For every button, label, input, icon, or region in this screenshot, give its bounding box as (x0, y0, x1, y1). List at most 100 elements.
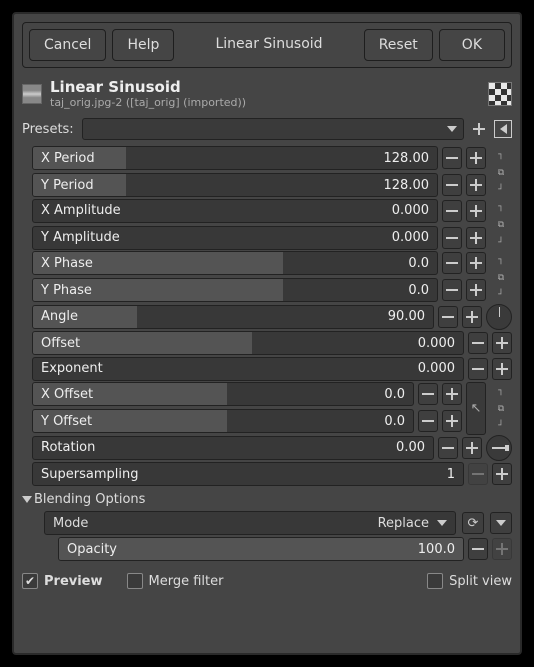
exponent-decrement[interactable] (468, 358, 488, 380)
angle-dial[interactable] (486, 304, 512, 330)
period-link-column: ┐ ⧉ ┘ (490, 146, 512, 199)
split-view-label: Split view (449, 574, 512, 589)
plus-icon (472, 122, 486, 136)
ok-button[interactable]: OK (439, 29, 505, 61)
preset-add-button[interactable] (470, 120, 488, 138)
mode-value: Replace (378, 516, 429, 531)
merge-filter-checkbox[interactable] (127, 573, 143, 589)
angle-increment[interactable] (462, 306, 482, 328)
x-amplitude-slider[interactable]: X Amplitude0.000 (32, 199, 438, 223)
mode-combo[interactable]: Mode Replace (44, 511, 456, 535)
linear-sinusoid-dialog: Cancel Help Linear Sinusoid Reset OK Lin… (12, 12, 522, 655)
rotation-decrement[interactable] (438, 437, 458, 459)
x-phase-slider[interactable]: X Phase0.0 (32, 251, 438, 275)
amplitude-link-column: ┐ ⧉ ┘ (490, 199, 512, 252)
x-phase-decrement[interactable] (442, 252, 462, 274)
corner-icon: ┐ (498, 386, 503, 396)
y-amplitude-decrement[interactable] (442, 227, 462, 249)
dropdown-icon (496, 520, 506, 526)
corner-icon: ┐ (498, 202, 503, 212)
link-icon[interactable]: ⧉ (498, 168, 504, 178)
help-button[interactable]: Help (112, 29, 174, 61)
y-offset-decrement[interactable] (418, 410, 438, 432)
offset-decrement[interactable] (468, 332, 488, 354)
opacity-slider[interactable]: Opacity100.0 (58, 537, 464, 561)
reset-button[interactable]: Reset (364, 29, 433, 61)
disclosure-triangle-icon (22, 496, 32, 503)
mode-menu-button[interactable] (490, 512, 512, 534)
preview-swatch-icon[interactable] (488, 82, 512, 106)
corner-icon: ┘ (498, 185, 503, 195)
triangle-left-icon (500, 124, 507, 134)
y-period-decrement[interactable] (442, 174, 462, 196)
exponent-increment[interactable] (492, 358, 512, 380)
supersampling-increment[interactable] (492, 463, 512, 485)
preview-checkbox[interactable] (22, 573, 38, 589)
phase-link-column: ┐ ⧉ ┘ (490, 251, 512, 304)
x-period-slider[interactable]: X Period128.00 (32, 146, 438, 170)
opacity-row: Opacity100.0 (58, 537, 512, 561)
blending-options-header[interactable]: Blending Options (22, 492, 512, 507)
y-offset-increment[interactable] (442, 410, 462, 432)
dialog-button-bar: Cancel Help Linear Sinusoid Reset OK (22, 22, 512, 68)
presets-row: Presets: (22, 118, 512, 140)
angle-slider[interactable]: Angle90.00 (32, 305, 434, 329)
link-icon[interactable]: ⧉ (498, 220, 504, 230)
dial-pointer-icon (492, 447, 506, 449)
x-amplitude-decrement[interactable] (442, 200, 462, 222)
y-offset-slider[interactable]: Y Offset0.0 (32, 409, 414, 433)
link-icon[interactable]: ⧉ (498, 273, 504, 283)
x-offset-decrement[interactable] (418, 383, 438, 405)
footer-row: Preview Merge filter Split view (22, 573, 512, 589)
x-phase-increment[interactable] (466, 252, 486, 274)
preset-manage-button[interactable] (494, 120, 512, 138)
corner-icon: ┘ (498, 290, 503, 300)
period-group: X Period128.00 Y Period128.00 ┐ ⧉ ┘ (32, 146, 512, 199)
rotation-slider[interactable]: Rotation0.00 (32, 436, 434, 460)
exponent-slider[interactable]: Exponent0.000 (32, 357, 464, 381)
y-phase-decrement[interactable] (442, 279, 462, 301)
y-amplitude-increment[interactable] (466, 227, 486, 249)
supersampling-decrement (468, 463, 488, 485)
offset-increment[interactable] (492, 332, 512, 354)
x-period-decrement[interactable] (442, 147, 462, 169)
y-period-increment[interactable] (466, 174, 486, 196)
angle-decrement[interactable] (438, 306, 458, 328)
corner-icon: ┐ (498, 150, 503, 160)
phase-group: X Phase0.0 Y Phase0.0 ┐ ⧉ ┘ (32, 251, 512, 304)
x-offset-increment[interactable] (442, 383, 462, 405)
dropdown-icon (447, 126, 457, 132)
presets-combo[interactable] (82, 118, 464, 140)
offset-row: Offset0.000 (32, 331, 512, 355)
rotation-increment[interactable] (462, 437, 482, 459)
y-phase-increment[interactable] (466, 279, 486, 301)
angle-row: Angle90.00 (32, 304, 512, 330)
mode-label: Mode (53, 516, 88, 531)
exponent-row: Exponent0.000 (32, 357, 512, 381)
y-phase-slider[interactable]: Y Phase0.0 (32, 278, 438, 302)
link-icon[interactable]: ⧉ (498, 404, 504, 414)
offset-pick-button[interactable]: ↖ (466, 382, 486, 435)
rotation-row: Rotation0.00 (32, 435, 512, 461)
supersampling-slider[interactable]: Supersampling1 (32, 462, 464, 486)
header-subtitle: taj_orig.jpg-2 ([taj_orig] (imported)) (50, 96, 480, 110)
cancel-button[interactable]: Cancel (29, 29, 106, 61)
switch-icon: ⟳ (468, 516, 479, 531)
split-view-checkbox[interactable] (427, 573, 443, 589)
x-period-increment[interactable] (466, 147, 486, 169)
rotation-dial[interactable] (486, 435, 512, 461)
mode-switch-button[interactable]: ⟳ (462, 512, 484, 534)
x-amplitude-increment[interactable] (466, 200, 486, 222)
offset-slider[interactable]: Offset0.000 (32, 331, 464, 355)
x-offset-slider[interactable]: X Offset0.0 (32, 382, 414, 406)
mode-row: Mode Replace ⟳ (44, 511, 512, 535)
opacity-decrement[interactable] (468, 538, 488, 560)
supersampling-row: Supersampling1 (32, 462, 512, 486)
xy-offset-group: X Offset0.0 Y Offset0.0 ↖ ┐ ⧉ ┘ (32, 382, 512, 435)
merge-filter-label: Merge filter (149, 574, 224, 589)
filter-thumbnail-icon (22, 84, 42, 104)
y-amplitude-slider[interactable]: Y Amplitude0.000 (32, 226, 438, 250)
header-title: Linear Sinusoid (50, 78, 480, 96)
blending-options-label: Blending Options (34, 492, 145, 507)
y-period-slider[interactable]: Y Period128.00 (32, 173, 438, 197)
